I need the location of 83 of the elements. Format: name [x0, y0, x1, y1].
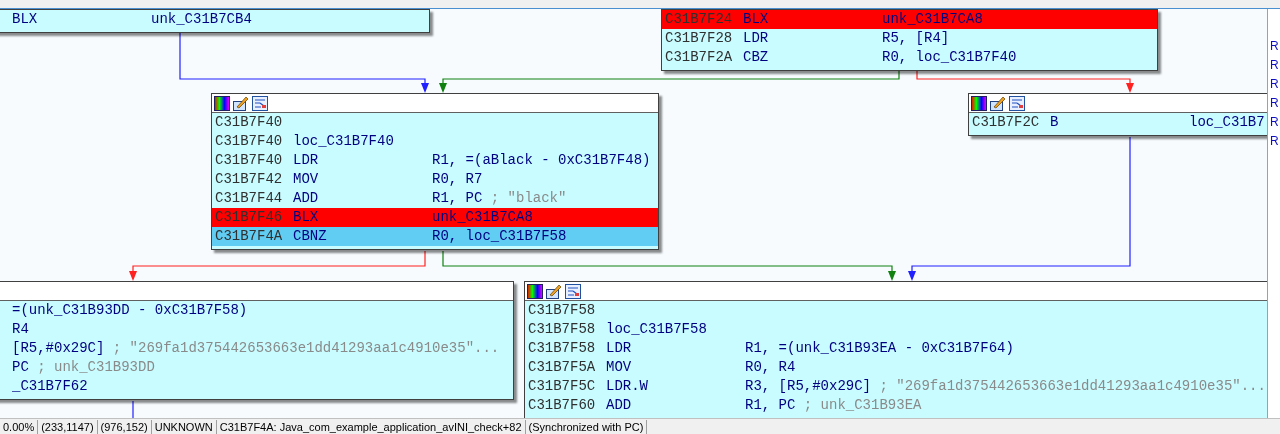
status-text: UNKNOWN — [151, 419, 217, 434]
color-palette-icon[interactable] — [214, 95, 230, 111]
edit-icon[interactable] — [233, 95, 249, 111]
comment-text: ; unk_C31B93DD — [37, 358, 155, 377]
code-block[interactable]: C31B7F24 BLX unk_C31B7CA8 C31B7F28 LDR R5, [R4] C31B7F2A CBZ R0, loc_C31B7F40 — [661, 9, 1158, 71]
operand-text: R1, =(unk_C31B93EA - 0xC31B7F64) — [745, 339, 1014, 358]
address-text: C31B7F58 — [528, 339, 597, 358]
mnemonic-text: LDR — [743, 29, 770, 48]
edit-icon[interactable] — [990, 95, 1006, 111]
operand-text: R1, PC — [745, 396, 796, 415]
operand-text: unk_C31B7CA8 — [882, 10, 983, 29]
address-text: C31B7F40 — [215, 151, 284, 170]
address-text: C31B7F46 — [215, 208, 284, 227]
color-palette-icon[interactable] — [971, 95, 987, 111]
mnemonic-text: ADD — [293, 189, 320, 208]
status-text: C31B7F4A: Java_com_example_application_avINI_check+82 — [216, 419, 526, 434]
operand-text: R1, PC — [432, 189, 483, 208]
mnemonic-text: CBZ — [743, 48, 770, 67]
register-text: R — [1269, 77, 1279, 91]
operand-text: R0, loc_C31B7F40 — [882, 48, 1017, 67]
operand-text: unk_C31B7CA8 — [432, 208, 533, 227]
operand-text: PC — [12, 358, 29, 377]
mnemonic-text: CBNZ — [293, 227, 328, 246]
mnemonic-text: LDR — [293, 151, 320, 170]
operand-text: loc_C31B7 — [1189, 113, 1265, 132]
address-text: C31B7F5C — [528, 377, 597, 396]
register-text: R — [1269, 96, 1279, 110]
mnemonic-text: MOV — [606, 358, 633, 377]
status-text: (Synchronized with PC) — [525, 419, 648, 434]
mnemonic-text: BLX — [743, 10, 770, 29]
operand-text: R4 — [12, 320, 29, 339]
operand-text: unk_C31B7CB4 — [151, 10, 252, 29]
operand-text: R0, loc_C31B7F58 — [432, 227, 567, 246]
edit-icon[interactable] — [546, 283, 562, 299]
comment-text: ; "black" — [490, 189, 567, 208]
code-block[interactable]: =(unk_C31B93DD - 0xC31B7F58) R4 [R5,#0x29C] ; "269fa1d375442653663e1dd41293aa1c4910e35"... PC ; unk_C31B93DD _C31B7F62 — [0, 281, 514, 400]
register-text: R — [1269, 134, 1279, 148]
comment-text: ; "269fa1d375442653663e1dd41293aa1c4910e35"... — [879, 377, 1266, 396]
status-text: 0.00% — [0, 419, 39, 434]
register-text: R — [1269, 39, 1279, 53]
color-palette-icon[interactable] — [527, 283, 543, 299]
address-text: C31B7F24 — [665, 10, 734, 29]
address-text: C31B7F58 — [528, 301, 597, 320]
comment-text: ; "269fa1d375442653663e1dd41293aa1c4910e35"... — [112, 339, 500, 358]
address-text: C31B7F40 — [215, 113, 284, 132]
address-text: C31B7F40 — [215, 132, 284, 151]
code-block[interactable]: C31B7F2C B loc_C31B7 — [968, 93, 1267, 136]
status-text: (976,152) — [97, 419, 152, 434]
address-text: C31B7F42 — [215, 170, 284, 189]
operand-text: =(unk_C31B93DD - 0xC31B7F58) — [12, 301, 248, 320]
graph-icon[interactable] — [565, 283, 581, 299]
address-text: C31B7F5A — [528, 358, 597, 377]
label-text: loc_C31B7F40 — [293, 132, 395, 151]
address-text: C31B7F60 — [528, 396, 597, 415]
mnemonic-text: BLX — [293, 208, 320, 227]
address-text: C31B7F58 — [528, 320, 597, 339]
register-text: R — [1269, 115, 1279, 129]
comment-text: ; unk_C31B93EA — [803, 396, 922, 415]
address-text: C31B7F44 — [215, 189, 284, 208]
status-text: (233,1147) — [38, 419, 98, 434]
mnemonic-text: LDR.W — [606, 377, 649, 396]
address-text: C31B7F2A — [665, 48, 734, 67]
operand-text: R5, [R4] — [882, 29, 950, 48]
label-text: loc_C31B7F58 — [606, 320, 708, 339]
mnemonic-text: ADD — [606, 396, 633, 415]
mnemonic-text: BLX — [12, 10, 39, 29]
register-text: R — [1269, 58, 1279, 72]
code-block[interactable] — [524, 281, 1267, 418]
address-text: C31B7F28 — [665, 29, 734, 48]
operand-text: _C31B7F62 — [12, 377, 88, 396]
operand-text: R1, =(aBlack - 0xC31B7F48) — [432, 151, 651, 170]
mnemonic-text: B — [1050, 113, 1060, 132]
operand-text: R0, R4 — [745, 358, 796, 377]
operand-text: R0, R7 — [432, 170, 483, 189]
operand-text: [R5,#0x29C] — [12, 339, 105, 358]
graph-icon[interactable] — [1009, 95, 1025, 111]
address-text: C31B7F4A — [215, 227, 284, 246]
mnemonic-text: LDR — [606, 339, 633, 358]
operand-text: R3, [R5,#0x29C] — [745, 377, 872, 396]
mnemonic-text: MOV — [293, 170, 320, 189]
graph-icon[interactable] — [252, 95, 268, 111]
address-text: C31B7F2C — [972, 113, 1041, 132]
code-block[interactable]: C31B7F40 C31B7F40 loc_C31B7F40 C31B7F40 LDR R1, =(aBlack - 0xC31B7F48) C31B7F42 MOV R0, R7 C31B7F44 ADD R1, PC ; "black" C31B7F46 BLX unk_C31B7CA8 C31B7F4A CBNZ R0, loc_C31B7F58 — [211, 93, 659, 250]
